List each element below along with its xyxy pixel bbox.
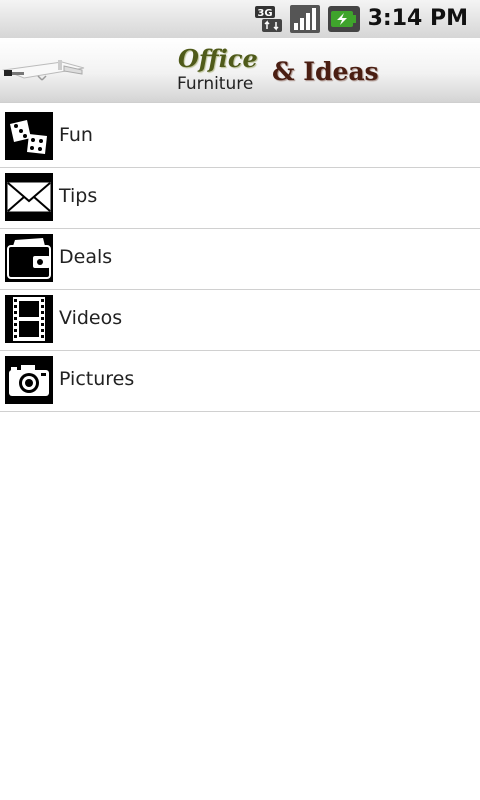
menu-item-label: Pictures [59,368,135,390]
menu-item-deals[interactable]: Deals [0,229,480,290]
menu-item-pictures[interactable]: Pictures [0,351,480,412]
envelope-icon [5,173,53,221]
wallet-icon [5,234,53,282]
film-strip-icon [5,295,53,343]
signal-icon [289,5,320,33]
svg-text:3G: 3G [257,8,272,19]
logo-office-text: Office [178,44,258,73]
battery-charging-icon [327,6,360,32]
logo-ideas-text: & Ideas [272,57,379,86]
menu-list: Fun Tips Deals Videos Pictures [0,107,480,412]
menu-item-videos[interactable]: Videos [0,290,480,351]
logo-furniture-text: Furniture [177,74,254,94]
menu-item-label: Videos [59,307,123,329]
camera-icon [5,356,53,404]
menu-item-tips[interactable]: Tips [0,168,480,229]
status-bar: 3G 3:14 PM [0,0,480,38]
status-icons: 3G 3:14 PM [254,3,468,35]
menu-item-label: Fun [59,124,93,146]
menu-item-label: Deals [59,246,113,268]
menu-item-fun[interactable]: Fun [0,107,480,168]
3g-icon: 3G [254,6,282,32]
status-time: 3:14 PM [367,6,468,31]
desk-icon [2,60,85,81]
menu-item-label: Tips [59,185,98,207]
app-header: Office Furniture & Ideas [0,38,480,103]
dice-icon [5,112,53,160]
